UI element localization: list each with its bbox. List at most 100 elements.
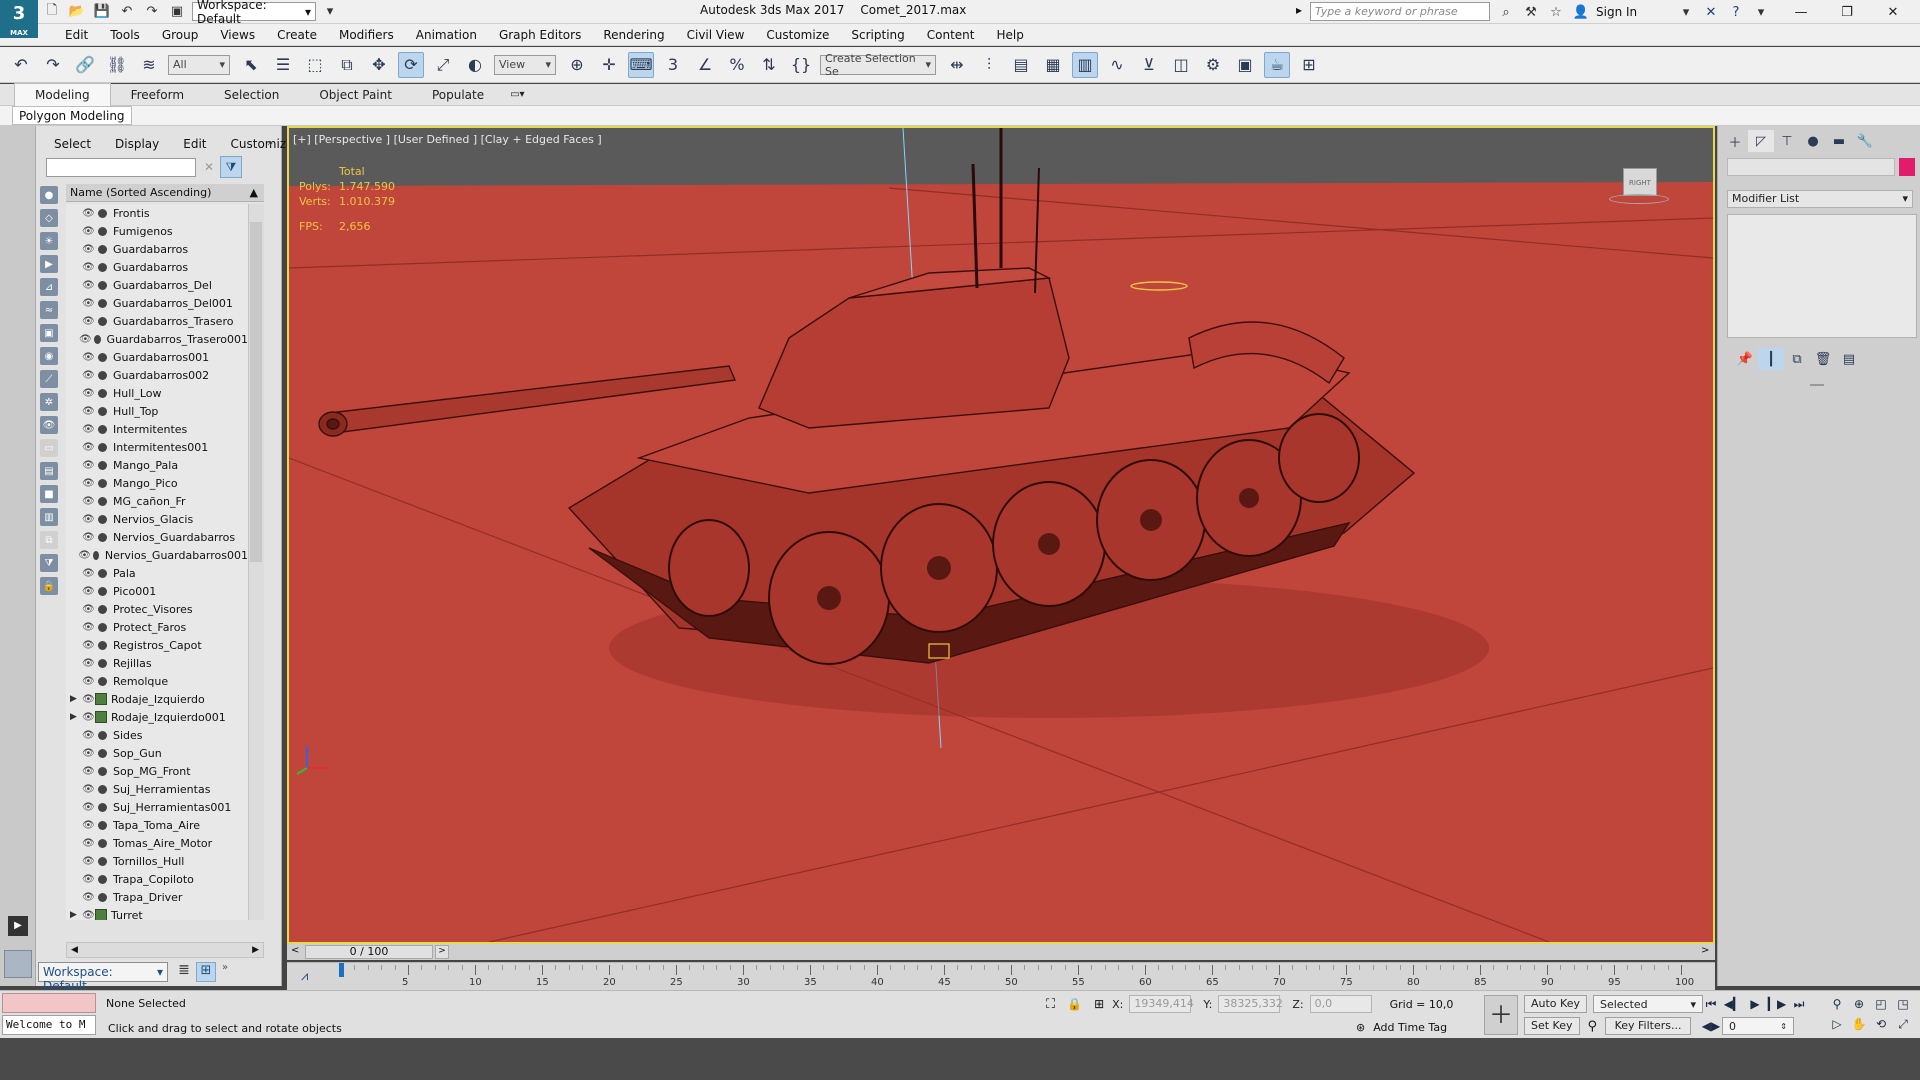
workspace-dropdown[interactable]: Workspace: Default ▾	[192, 0, 316, 26]
expand-arrow-icon[interactable]: ▶	[70, 910, 82, 920]
display-bones-icon[interactable]: ⟋	[40, 370, 58, 388]
workspace-options-icon[interactable]: ▾	[320, 2, 340, 22]
visibility-eye-icon[interactable]: 👁	[82, 784, 96, 795]
spinner-snap-icon[interactable]: ⇅	[756, 52, 782, 78]
visibility-eye-icon[interactable]: 👁	[78, 550, 91, 561]
menu-rendering[interactable]: Rendering	[592, 24, 675, 46]
scene-object-row[interactable]: 👁 Guardabarros_Del001	[66, 294, 248, 312]
menu-graph-editors[interactable]: Graph Editors	[488, 24, 592, 46]
scene-object-row[interactable]: 👁 Registros_Capot	[66, 636, 248, 654]
visibility-eye-icon[interactable]: 👁	[82, 622, 96, 633]
visibility-eye-icon[interactable]: 👁	[82, 442, 96, 453]
visibility-eye-icon[interactable]: 👁	[82, 406, 96, 417]
scene-object-row[interactable]: 👁 Guardabarros_Trasero	[66, 312, 248, 330]
set-key-button[interactable]: Set Key	[1524, 1017, 1580, 1035]
viewport-layout-thumbnail[interactable]	[4, 950, 32, 978]
scene-object-row[interactable]: 👁 Rejillas	[66, 654, 248, 672]
menu-scripting[interactable]: Scripting	[840, 24, 915, 46]
display-geometry-icon[interactable]: ●	[40, 186, 58, 204]
visibility-eye-icon[interactable]: 👁	[82, 244, 96, 255]
filter-funnel-icon[interactable]: ⧩	[40, 554, 58, 572]
visibility-eye-icon[interactable]: 👁	[79, 334, 92, 345]
project-folder-icon[interactable]: ▣	[167, 2, 187, 22]
select-by-name-icon[interactable]: ☰	[270, 52, 296, 78]
selection-lock-icon[interactable]: 🔒	[1067, 997, 1082, 1011]
display-space-warps-icon[interactable]: ≈	[40, 301, 58, 319]
key-filters-button[interactable]: Key Filters...	[1605, 1017, 1692, 1035]
display-invert-icon[interactable]: ▥	[40, 508, 58, 526]
visibility-eye-icon[interactable]: 👁	[82, 874, 96, 885]
visibility-eye-icon[interactable]: 👁	[82, 316, 96, 327]
visibility-eye-icon[interactable]: 👁	[82, 352, 96, 363]
visibility-eye-icon[interactable]: 👁	[82, 280, 96, 291]
scene-object-row[interactable]: 👁 Hull_Top	[66, 402, 248, 420]
perspective-viewport[interactable]: [+] [Perspective ] [User Defined ] [Clay…	[287, 126, 1715, 944]
motion-tab-icon[interactable]: ●	[1800, 130, 1826, 152]
go-to-end-icon[interactable]: ⏭	[1788, 994, 1810, 1014]
snaps-toggle-icon[interactable]: 3	[660, 52, 686, 78]
object-name-field[interactable]	[1727, 158, 1895, 176]
layer-manager-icon[interactable]: ▤	[1008, 52, 1034, 78]
scene-object-row[interactable]: 👁 Trapa_Driver	[66, 888, 248, 906]
redo-icon[interactable]: ↷	[142, 2, 162, 22]
visibility-eye-icon[interactable]: 👁	[82, 892, 96, 903]
scene-object-row[interactable]: 👁 Remolque	[66, 672, 248, 690]
scene-object-row[interactable]: 👁 Intermitentes001	[66, 438, 248, 456]
visibility-eye-icon[interactable]: 👁	[82, 766, 96, 777]
curve-editor-icon[interactable]: ∿	[1104, 52, 1130, 78]
visibility-eye-icon[interactable]: 👁	[82, 298, 96, 309]
help-icon[interactable]: ?	[1726, 2, 1746, 22]
zoom-extents-all-icon[interactable]: ◳	[1892, 994, 1914, 1014]
tab-modeling[interactable]: Modeling	[14, 83, 111, 106]
visibility-eye-icon[interactable]: 👁	[82, 370, 96, 381]
menu-content[interactable]: Content	[916, 24, 986, 46]
select-rotate-icon[interactable]: ⟳	[398, 51, 424, 78]
isolate-selection-icon[interactable]: ⛶	[1046, 997, 1055, 1012]
scene-object-row[interactable]: 👁 Nervios_Guardabarros001	[66, 546, 248, 564]
se-menu-edit[interactable]: Edit	[183, 137, 218, 151]
menu-customize[interactable]: Customize	[755, 24, 840, 46]
scene-object-row[interactable]: 👁 Sides	[66, 726, 248, 744]
absolute-mode-icon[interactable]: ⊞	[1094, 997, 1104, 1011]
search-expand-icon[interactable]: ▸	[1296, 3, 1302, 17]
sync-selection-icon[interactable]: ⧉	[40, 531, 58, 549]
named-selection-dropdown[interactable]: Create Selection Se ▾	[820, 52, 936, 78]
collapse-panel-icon[interactable]: »	[267, 138, 273, 149]
modifier-list-dropdown[interactable]: Modifier List ▾	[1727, 190, 1913, 208]
user-icon[interactable]: 👤	[1571, 2, 1591, 22]
menu-civil-view[interactable]: Civil View	[676, 24, 756, 46]
visibility-eye-icon[interactable]: 👁	[82, 820, 96, 831]
next-frame-arrow-icon[interactable]: >	[435, 945, 449, 959]
display-cameras-icon[interactable]: ▶	[40, 255, 58, 273]
scene-object-row[interactable]: 👁 Mango_Pico	[66, 474, 248, 492]
se-menu-display[interactable]: Display	[115, 137, 171, 151]
angle-snap-icon[interactable]: ∠	[692, 52, 718, 78]
redo-icon[interactable]: ↷	[40, 52, 66, 78]
field-of-view-icon[interactable]: ▷	[1826, 1014, 1848, 1034]
scene-list-scroll-thumb[interactable]	[250, 222, 262, 562]
favorites-star-icon[interactable]: ☆	[1546, 2, 1566, 22]
visibility-eye-icon[interactable]: 👁	[82, 748, 96, 759]
viewport-label-menu[interactable]: [+] [Perspective ] [User Defined ] [Clay…	[293, 133, 602, 146]
rendered-frame-window-icon[interactable]: ▣	[1232, 52, 1258, 78]
visibility-eye-icon[interactable]: 👁	[82, 730, 96, 741]
scene-object-row[interactable]: 👁 Trapa_Copiloto	[66, 870, 248, 888]
select-move-icon[interactable]: ✥	[366, 52, 392, 78]
scene-object-row[interactable]: 👁 Mango_Pala	[66, 456, 248, 474]
visibility-eye-icon[interactable]: 👁	[82, 856, 96, 867]
select-scale-icon[interactable]: ⤢	[430, 52, 456, 78]
link-icon[interactable]: 🔗	[72, 52, 98, 78]
object-color-swatch[interactable]	[1899, 158, 1915, 176]
unlink-icon[interactable]: ⛓	[104, 52, 130, 78]
display-groups-icon[interactable]: ▣	[40, 324, 58, 342]
visibility-eye-icon[interactable]: 👁	[82, 262, 96, 273]
scene-object-row[interactable]: 👁 MG_cañon_Fr	[66, 492, 248, 510]
rectangular-selection-icon[interactable]: ⬚	[302, 52, 328, 78]
selection-filter-dropdown[interactable]: All ▾	[168, 54, 230, 75]
zoom-extents-icon[interactable]: ◰	[1870, 994, 1892, 1014]
visibility-eye-icon[interactable]: 👁	[82, 460, 96, 471]
scene-object-row[interactable]: 👁 Protec_Visores	[66, 600, 248, 618]
app-logo[interactable]: 3 MAX	[0, 0, 38, 38]
chevron-right-icon[interactable]: >	[1701, 945, 1709, 956]
z-coordinate-field[interactable]: 0,0	[1309, 995, 1372, 1013]
